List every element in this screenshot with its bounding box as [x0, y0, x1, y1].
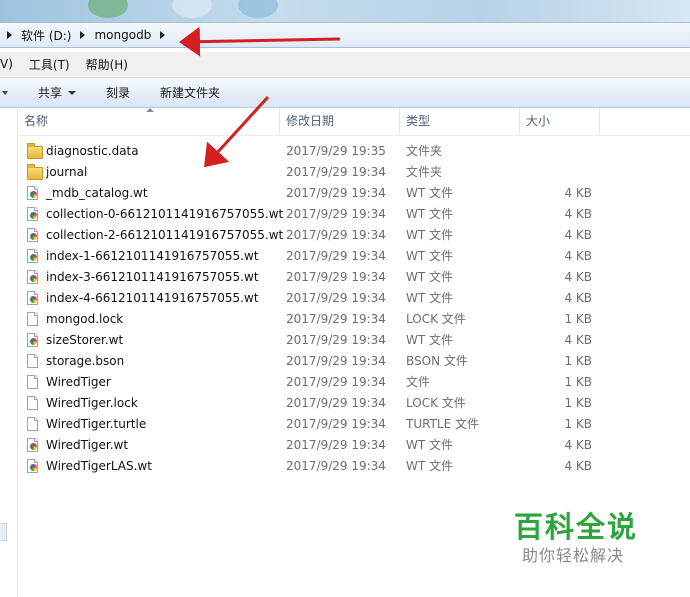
watermark-subtitle: 助你轻松解决 — [522, 546, 625, 565]
annotation-arrow-address — [179, 26, 341, 57]
annotation-arrow-files — [203, 95, 270, 168]
watermark-title: 百科全说 — [514, 510, 639, 544]
watermark-logo: 百科全说 助你轻松解决 — [494, 490, 665, 572]
